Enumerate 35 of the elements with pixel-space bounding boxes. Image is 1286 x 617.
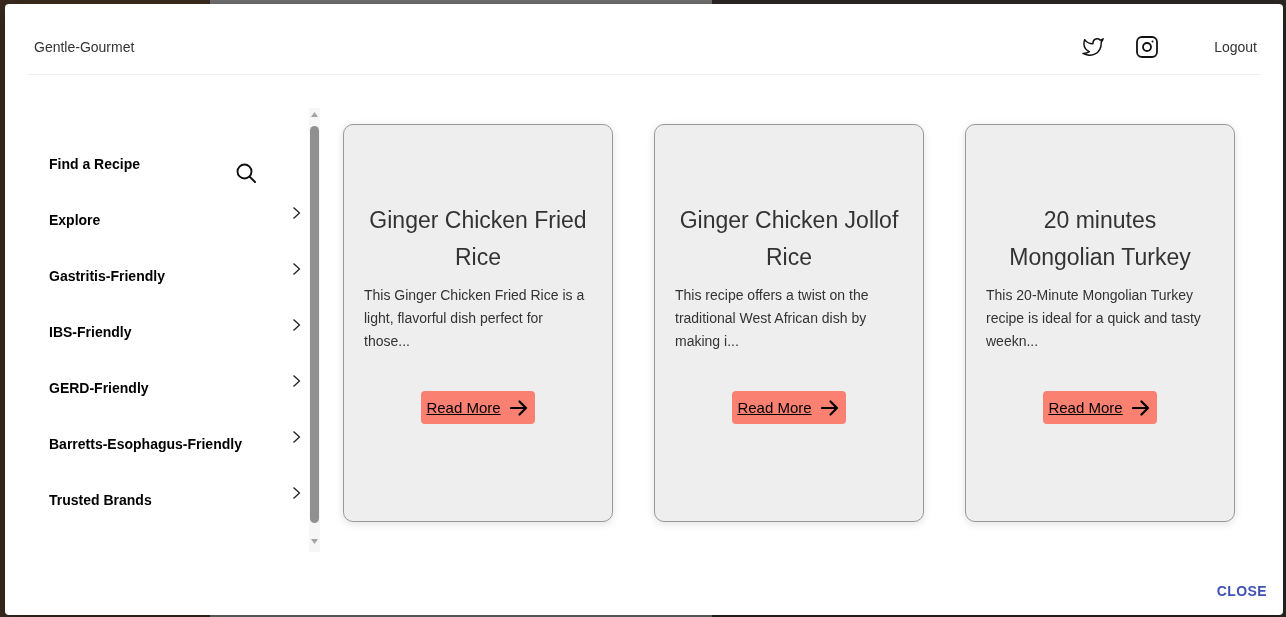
sidebar-item[interactable]: Find a Recipe — [28, 136, 309, 192]
sidebar-item[interactable]: GERD-Friendly — [28, 360, 309, 416]
camera-icon[interactable] — [1136, 36, 1159, 58]
recipe-description: This 20-Minute Mongolian Turkey recipe is ideal for a quick and tasty weekn... — [986, 286, 1202, 351]
scrollbar[interactable] — [309, 108, 320, 552]
logout-button[interactable]: Logout — [1214, 39, 1257, 55]
arrow-right-icon — [1131, 399, 1150, 416]
chevron-right-icon — [292, 430, 301, 444]
scrollbar-thumb[interactable] — [310, 126, 319, 523]
chevron-right-icon — [292, 262, 301, 276]
recipe-title: 20 minutes Mongolian Turkey — [1008, 206, 1192, 272]
recipe-title: Ginger Chicken Fried Rice — [368, 206, 588, 272]
scroll-up-arrow-icon[interactable] — [311, 112, 318, 117]
site-title[interactable]: Gentle-Gourmet — [34, 39, 135, 55]
sidebar-item[interactable]: Gastritis-Friendly — [28, 248, 309, 304]
chevron-right-icon — [292, 486, 301, 500]
sidebar-item[interactable]: Barretts-Esophagus-Friendly — [28, 416, 309, 472]
recipe-title: Ginger Chicken Jollof Rice — [678, 206, 900, 272]
sidebar-item[interactable]: Trusted Brands — [28, 472, 309, 528]
search-icon[interactable] — [236, 163, 256, 183]
scroll-down-arrow-icon[interactable] — [311, 539, 318, 544]
chevron-right-icon — [292, 318, 301, 332]
close-button[interactable]: CLOSE — [1208, 573, 1275, 609]
chevron-right-icon — [292, 374, 301, 388]
recipe-description: This Ginger Chicken Fried Rice is a light, flavorful dish perfect for those... — [364, 286, 586, 351]
arrow-right-icon — [820, 399, 839, 416]
sidebar-item[interactable]: Explore — [28, 192, 309, 248]
read-more-button[interactable]: Read More — [421, 391, 535, 424]
sidebar-item[interactable]: IBS-Friendly — [28, 304, 309, 360]
chevron-right-icon — [292, 206, 301, 220]
recipe-description: This recipe offers a twist on the traditional West African dish by making i... — [675, 286, 870, 351]
arrow-right-icon — [509, 399, 528, 416]
bird-icon[interactable] — [1082, 38, 1105, 56]
read-more-button[interactable]: Read More — [1043, 391, 1157, 424]
read-more-button[interactable]: Read More — [732, 391, 846, 424]
